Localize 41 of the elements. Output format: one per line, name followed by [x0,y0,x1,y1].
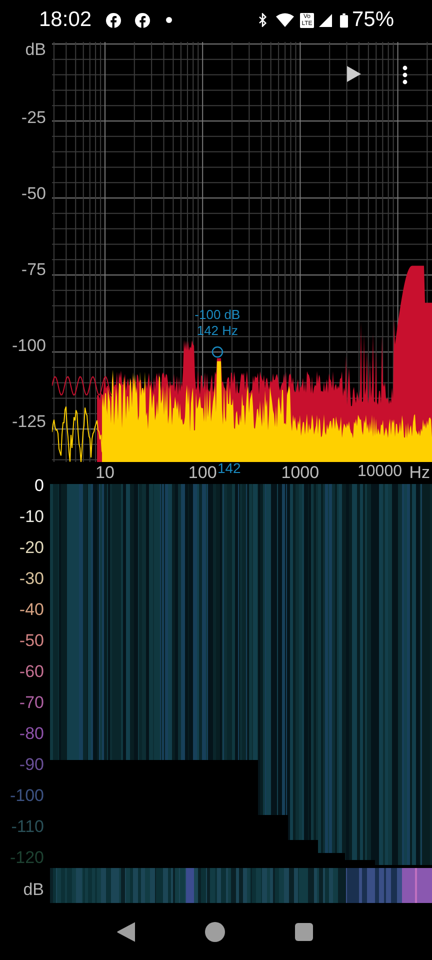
scale-label: -70 [19,693,44,713]
scale-label: -50 [19,631,44,651]
scale-label: 0 [34,476,44,496]
home-button[interactable] [205,922,225,942]
scale-label: -100 [10,786,44,806]
battery-icon [340,12,348,28]
axis-label: -75 [21,259,46,281]
signal-icon [318,14,332,26]
play-button[interactable] [347,66,361,82]
status-time: 18:02 [39,8,92,32]
battery-percent: 75% [352,8,394,32]
scale-label: -20 [19,538,44,558]
menu-button[interactable] [402,65,408,85]
peak-marker [212,346,224,358]
wifi-icon [276,13,294,27]
scale-label: -120 [10,848,44,868]
axis-label: 1000 [281,463,320,483]
scale-label: -80 [19,724,44,744]
axis-label: -125 [12,411,46,433]
scale-unit: dB [22,878,45,900]
scale-label: -90 [19,755,44,775]
scale-label: -60 [19,662,44,682]
axis-label: -25 [21,107,46,129]
scale-label: -110 [11,817,44,837]
axis-unit: Hz [409,463,430,483]
f-logo-icon [134,12,150,28]
notification-dot-icon [166,17,172,23]
axis-label: 10000 [358,463,402,481]
scale-label: -40 [19,600,44,620]
scale-label: -30 [19,569,44,589]
peak-axis-label: 142 [217,460,241,476]
back-button[interactable] [117,922,135,942]
scale-label: -10 [19,507,44,527]
axis-label: -50 [21,183,46,205]
recents-button[interactable] [295,922,313,940]
bluetooth-icon [258,13,268,27]
axis-label: -100 [12,335,46,357]
axis-label: 10 [96,463,114,483]
axis-label: 100 [188,463,217,483]
f-logo-icon [106,12,121,28]
axis-label: dB [25,40,46,61]
